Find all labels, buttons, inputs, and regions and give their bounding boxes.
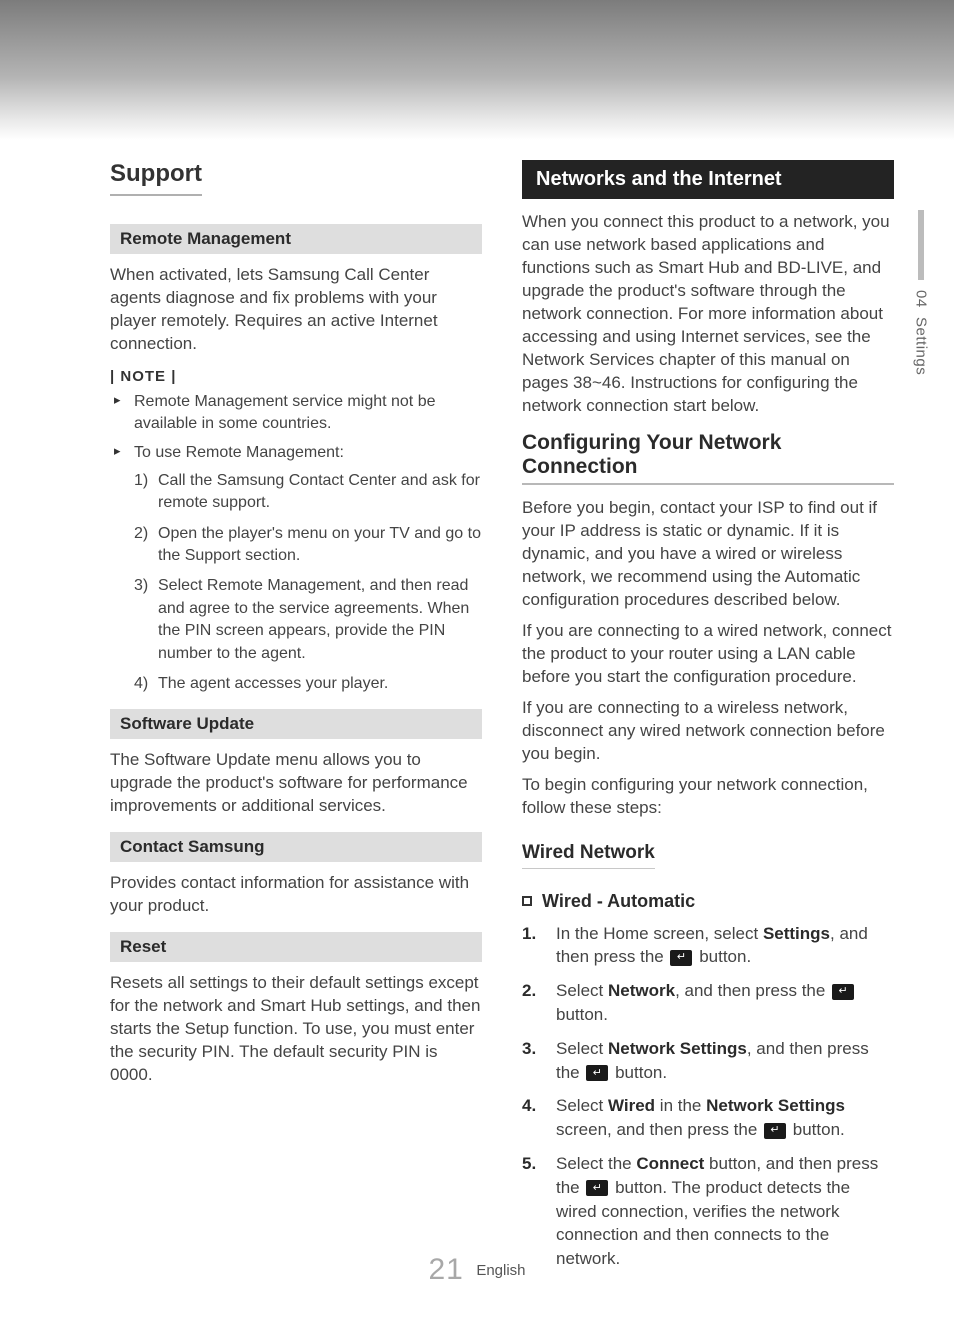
remote-management-body: When activated, lets Samsung Call Center… [110, 264, 482, 356]
enter-icon [670, 950, 692, 966]
config-p4: To begin configuring your network connec… [522, 774, 894, 820]
side-tab-bar [918, 210, 924, 280]
step-2: Select Network, and then press the butto… [522, 979, 894, 1027]
wired-automatic-label: Wired - Automatic [542, 891, 695, 912]
reset-heading: Reset [110, 932, 482, 962]
software-update-heading: Software Update [110, 709, 482, 739]
wired-automatic-bullet: Wired - Automatic [522, 891, 894, 912]
step-4: Select Wired in the Network Settings scr… [522, 1094, 894, 1142]
enter-icon [832, 984, 854, 1000]
note-item: Remote Management service might not be a… [114, 391, 482, 436]
note-list: Remote Management service might not be a… [110, 391, 482, 464]
side-tab-chapter: 04 [913, 290, 930, 308]
enter-icon [586, 1065, 608, 1081]
wired-network-heading: Wired Network [522, 842, 655, 869]
wired-auto-steps: In the Home screen, select Settings, and… [522, 922, 894, 1271]
configuring-heading: Configuring Your Network Connection [522, 431, 894, 485]
note-label: | NOTE | [110, 368, 482, 385]
rm-step: Select Remote Management, and then read … [134, 575, 482, 665]
config-p1: Before you begin, contact your ISP to fi… [522, 497, 894, 612]
software-update-body: The Software Update menu allows you to u… [110, 749, 482, 818]
enter-icon [586, 1180, 608, 1196]
note-item: To use Remote Management: [114, 442, 482, 464]
step-1: In the Home screen, select Settings, and… [522, 922, 894, 970]
page-number: 21 [428, 1253, 463, 1286]
contact-samsung-body: Provides contact information for assista… [110, 872, 482, 918]
rm-step: Call the Samsung Contact Center and ask … [134, 470, 482, 515]
page-footer: 21 English [0, 1253, 954, 1287]
config-p3: If you are connecting to a wireless netw… [522, 697, 894, 766]
page-language: English [476, 1262, 525, 1279]
top-gradient [0, 0, 954, 140]
side-chapter-tab: 04 Settings [908, 210, 934, 375]
remote-management-steps: Call the Samsung Contact Center and ask … [110, 470, 482, 696]
rm-step: The agent accesses your player. [134, 673, 482, 695]
support-heading: Support [110, 160, 202, 196]
square-bullet-icon [522, 896, 532, 906]
rm-step: Open the player's menu on your TV and go… [134, 523, 482, 568]
page-content: Support Remote Management When activated… [110, 160, 894, 1299]
left-column: Support Remote Management When activated… [110, 160, 482, 1281]
step-3: Select Network Settings, and then press … [522, 1037, 894, 1085]
enter-icon [764, 1123, 786, 1139]
remote-management-heading: Remote Management [110, 224, 482, 254]
networks-heading: Networks and the Internet [522, 160, 894, 199]
right-column: Networks and the Internet When you conne… [522, 160, 894, 1281]
side-tab-label: 04 Settings [913, 290, 930, 375]
config-p2: If you are connecting to a wired network… [522, 620, 894, 689]
side-tab-title: Settings [913, 317, 930, 375]
contact-samsung-heading: Contact Samsung [110, 832, 482, 862]
networks-intro: When you connect this product to a netwo… [522, 211, 894, 417]
reset-body: Resets all settings to their default set… [110, 972, 482, 1087]
